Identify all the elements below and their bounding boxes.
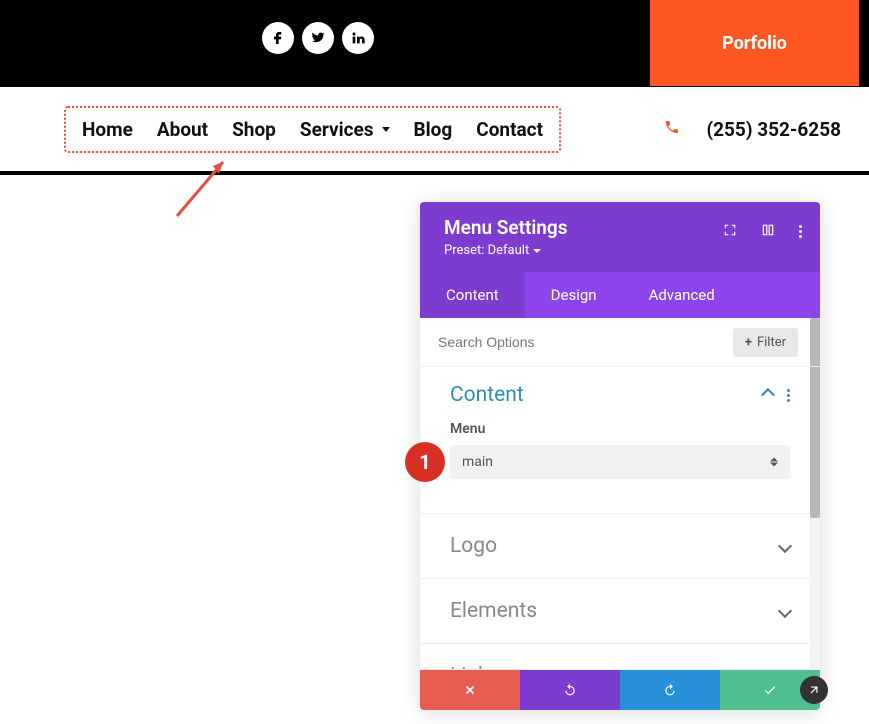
section-content-header[interactable]: Content [450,383,790,407]
cancel-button[interactable] [420,670,520,710]
phone-number[interactable]: (255) 352-6258 [706,118,841,141]
chevron-down-icon [778,604,792,618]
panel-header[interactable]: Menu Settings Preset: Default [420,202,820,272]
nav-menu-selection[interactable]: Home About Shop Services Blog Contact [64,106,561,153]
panel-header-actions [723,222,802,241]
menu-select[interactable]: main [450,445,790,479]
phone-icon [664,119,680,139]
section-link-header[interactable]: Link [450,664,790,670]
twitter-icon[interactable] [302,22,334,54]
top-bar: Porfolio [0,0,869,87]
panel-footer [420,670,820,710]
nav-item-blog[interactable]: Blog [414,118,453,141]
search-row: + Filter [420,318,820,367]
nav-item-shop[interactable]: Shop [232,118,276,141]
menu-select-value: main [462,454,493,470]
nav-item-label: Contact [476,118,543,141]
section-title: Logo [450,534,497,558]
filter-label: Filter [757,335,786,350]
panel-tabs: Content Design Advanced [420,272,820,318]
more-icon[interactable] [799,225,802,238]
nav-item-contact[interactable]: Contact [476,118,543,141]
chevron-down-icon [382,127,390,132]
section-elements-header[interactable]: Elements [450,599,790,623]
section-logo: Logo [420,514,820,579]
section-title: Content [450,383,524,407]
nav-item-home[interactable]: Home [82,118,133,141]
undo-button[interactable] [520,670,620,710]
plus-icon: + [745,335,752,350]
section-link: Link [420,644,820,670]
nav-item-label: Blog [414,118,453,141]
nav-item-about[interactable]: About [157,118,208,141]
more-icon[interactable] [787,389,790,402]
navbar: Home About Shop Services Blog Contact (2… [0,87,869,175]
section-elements: Elements [420,579,820,644]
section-logo-header[interactable]: Logo [450,534,790,558]
portfolio-button[interactable]: Porfolio [650,0,859,86]
redo-button[interactable] [620,670,720,710]
tab-design[interactable]: Design [525,272,623,318]
panel-preset[interactable]: Preset: Default [444,243,796,258]
chevron-up-icon [761,388,775,402]
columns-icon[interactable] [761,222,775,241]
chevron-down-icon [533,249,541,253]
nav-item-label: Services [300,118,374,141]
filter-button[interactable]: + Filter [733,328,798,357]
section-title: Elements [450,599,537,623]
nav-item-label: Shop [232,118,276,141]
nav-item-label: About [157,118,208,141]
tab-advanced[interactable]: Advanced [623,272,741,318]
section-icons [763,389,790,402]
sort-icon [770,458,778,467]
chevron-down-icon [778,539,792,553]
menu-field-label: Menu [450,421,790,437]
resize-handle[interactable] [800,676,828,704]
section-title: Link [450,664,489,670]
section-content: Content Menu main [420,367,820,514]
facebook-icon[interactable] [262,22,294,54]
nav-item-label: Home [82,118,133,141]
social-icons [262,22,374,54]
expand-icon[interactable] [723,222,737,241]
menu-settings-panel: Menu Settings Preset: Default Content De… [420,202,820,710]
phone-area: (255) 352-6258 [664,118,841,141]
linkedin-icon[interactable] [342,22,374,54]
preset-label: Preset: Default [444,243,529,258]
step-badge-1: 1 [405,442,445,482]
nav-item-services[interactable]: Services [300,118,390,141]
panel-body: + Filter Content Menu main Logo [420,318,820,670]
tab-content[interactable]: Content [420,272,525,318]
